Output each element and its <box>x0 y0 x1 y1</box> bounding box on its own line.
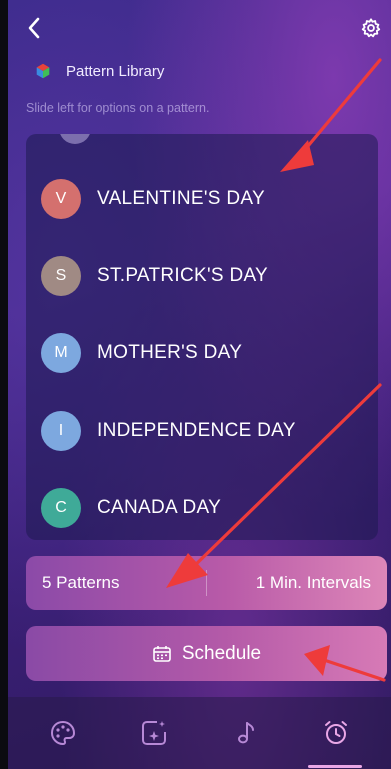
pattern-count: 5 Patterns <box>42 573 120 592</box>
active-tab-indicator <box>307 765 362 768</box>
pattern-stats-bar[interactable]: 5 Patterns 1 Min. Intervals <box>26 556 387 610</box>
bottom-tab-bar <box>8 697 391 769</box>
pattern-name: CANADA DAY <box>97 497 222 518</box>
tab-image[interactable] <box>134 713 174 753</box>
calendar-icon <box>153 645 171 662</box>
hint-text: Slide left for options on a pattern. <box>26 101 210 115</box>
schedule-button[interactable]: Schedule <box>26 626 387 681</box>
chevron-left-icon <box>28 17 40 39</box>
settings-button[interactable] <box>357 14 385 42</box>
avatar: M <box>41 333 81 373</box>
pattern-name: VALENTINE'S DAY <box>97 188 265 209</box>
list-item[interactable]: C CANADA DAY <box>26 478 378 538</box>
tab-music[interactable] <box>225 713 265 753</box>
pattern-name: ST.PATRICK'S DAY <box>97 265 269 286</box>
back-button[interactable] <box>20 14 48 42</box>
page-title: Pattern Library <box>66 62 165 80</box>
pattern-name: MOTHER'S DAY <box>97 342 243 363</box>
avatar: V <box>41 179 81 219</box>
partial-avatar <box>59 134 91 144</box>
gear-icon <box>361 18 381 38</box>
list-item[interactable]: M MOTHER'S DAY <box>26 323 378 383</box>
list-item[interactable]: V VALENTINE'S DAY <box>26 169 378 229</box>
music-note-icon <box>237 722 254 744</box>
tab-alarm[interactable] <box>307 713 362 768</box>
avatar: C <box>41 488 81 528</box>
cube-icon <box>36 63 50 79</box>
palette-icon <box>51 720 76 746</box>
page-title-row: Pattern Library <box>34 62 164 80</box>
avatar: I <box>41 411 81 451</box>
list-item[interactable]: I INDEPENDENCE DAY <box>26 401 378 461</box>
tab-palette[interactable] <box>43 713 83 753</box>
avatar: S <box>41 256 81 296</box>
image-sparkle-icon <box>142 721 167 745</box>
interval-label[interactable]: 1 Min. Intervals <box>207 573 387 593</box>
alarm-clock-icon <box>324 721 347 744</box>
pattern-name: INDEPENDENCE DAY <box>97 420 296 441</box>
list-item[interactable]: S ST.PATRICK'S DAY <box>26 246 378 306</box>
pattern-list[interactable]: V VALENTINE'S DAY S ST.PATRICK'S DAY M M… <box>26 134 378 540</box>
schedule-label: Schedule <box>181 642 262 664</box>
phone-screen: Pattern Library Slide left for options o… <box>0 0 391 769</box>
